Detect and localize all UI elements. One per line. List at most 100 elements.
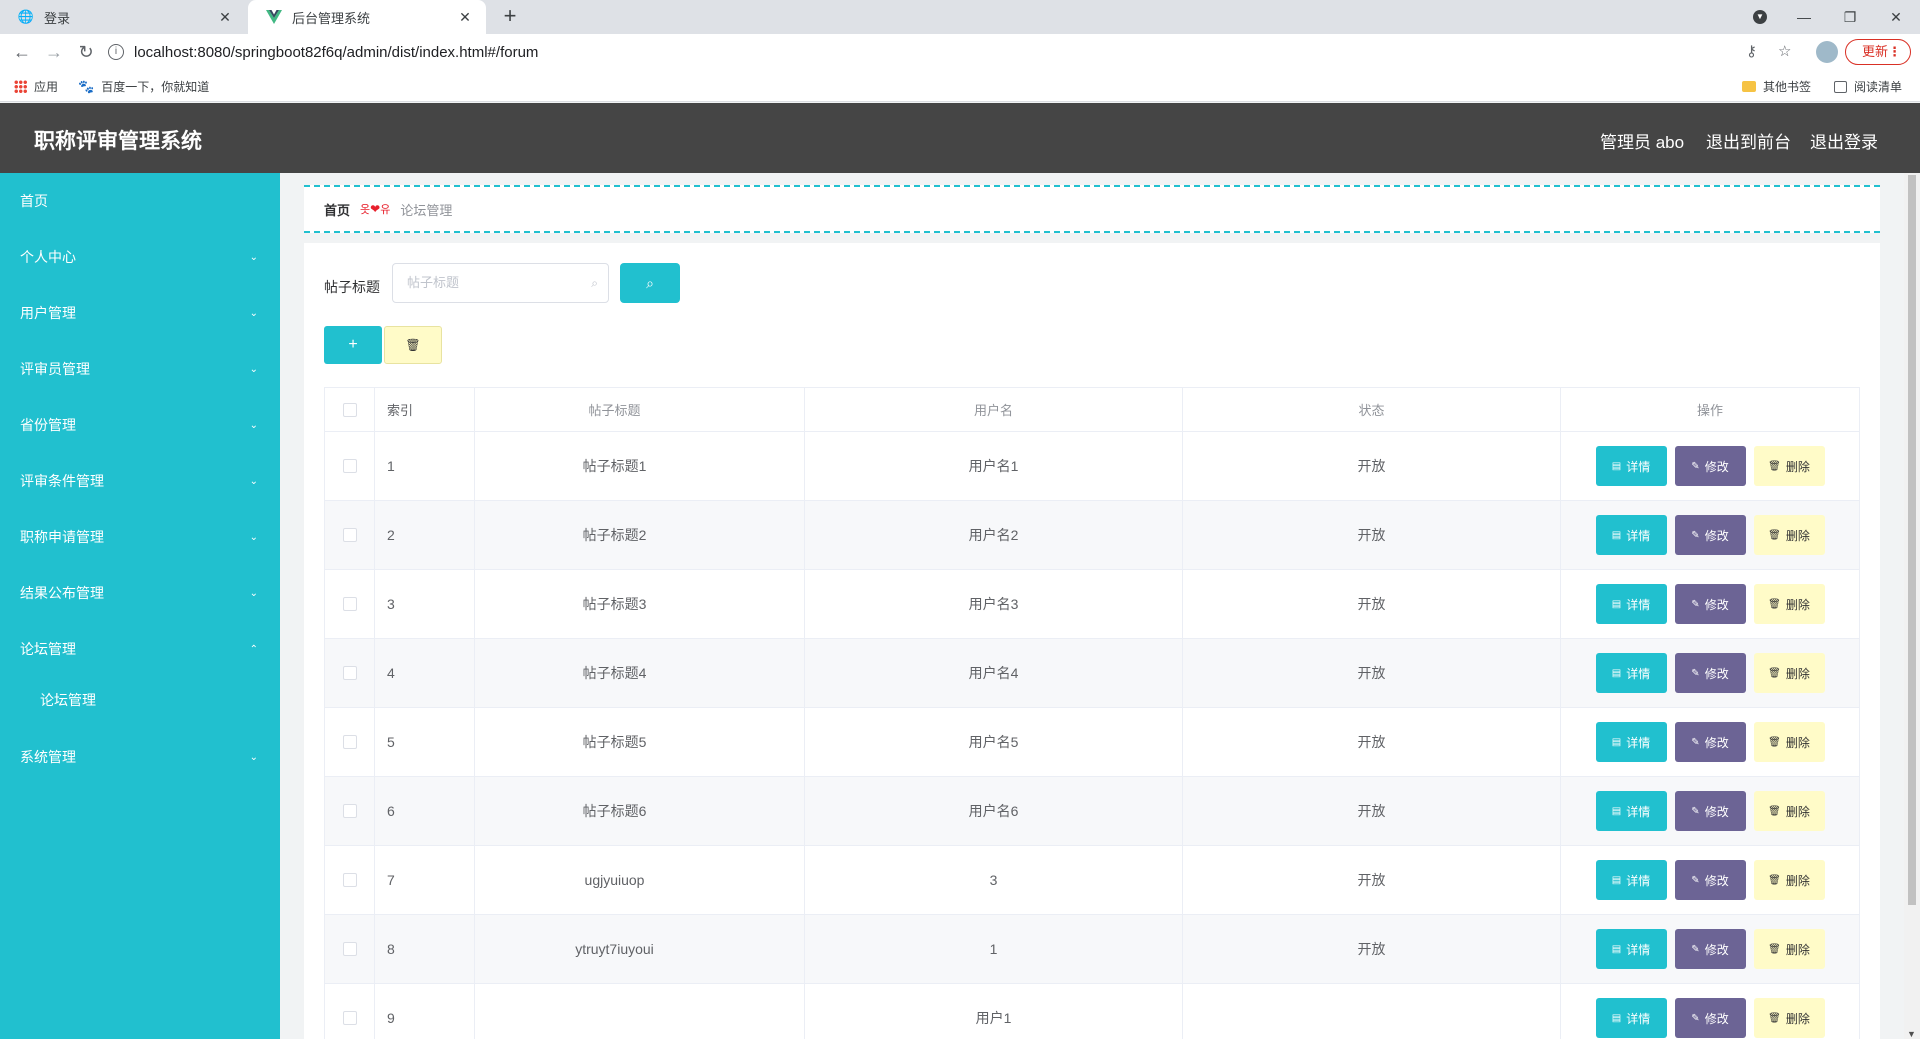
folder-icon (1742, 81, 1756, 92)
sidebar-subitem-forum[interactable]: 论坛管理 (0, 675, 280, 725)
trash-icon: 🗑 (1768, 529, 1781, 541)
star-icon[interactable]: ☆ (1778, 42, 1791, 60)
sidebar-item-forum[interactable]: 论坛管理 ⌃ (0, 621, 280, 677)
page-scrollbar[interactable]: ▼ (1904, 173, 1920, 1039)
bookmark-reading-list[interactable]: 阅读清单 (1834, 78, 1902, 95)
edit-button[interactable]: ✎ 修改 (1674, 998, 1746, 1038)
scrollbar-thumb[interactable] (1908, 175, 1916, 905)
row-checkbox[interactable] (342, 528, 357, 542)
close-tab-icon[interactable]: ✕ (216, 9, 234, 26)
row-checkbox[interactable] (342, 666, 357, 680)
delete-button[interactable]: 🗑 删除 (1753, 791, 1825, 831)
bookmark-apps[interactable]: 应用 (14, 78, 58, 95)
row-checkbox[interactable] (342, 597, 357, 611)
key-icon[interactable]: ⚷ (1746, 42, 1757, 60)
search-button[interactable]: ⌕ (620, 263, 680, 303)
browser-tab-login[interactable]: 🌐 登录 ✕ (0, 0, 246, 34)
cell-title: ytruyt7iuyoui (425, 915, 805, 983)
sidebar-item-users[interactable]: 用户管理 ⌄ (0, 285, 280, 341)
forward-icon[interactable]: → (42, 40, 66, 64)
detail-button[interactable]: ▤ 详情 (1595, 998, 1667, 1038)
edit-button[interactable]: ✎ 修改 (1674, 584, 1746, 624)
detail-button[interactable]: ▤ 详情 (1595, 722, 1667, 762)
trash-icon: 🗑 (1768, 736, 1781, 748)
sidebar: 首页 个人中心 ⌄ 用户管理 ⌄ 评审员管理 ⌄ 省份管理 ⌄ 评审条件管理 ⌄… (0, 173, 280, 1039)
detail-button[interactable]: ▤ 详情 (1595, 446, 1667, 486)
edit-button[interactable]: ✎ 修改 (1674, 929, 1746, 969)
edit-button[interactable]: ✎ 修改 (1674, 446, 1746, 486)
row-checkbox-cell (325, 432, 375, 500)
document-icon: ▤ (1611, 598, 1622, 610)
reload-icon[interactable]: ↻ (74, 40, 98, 64)
add-button[interactable]: + (324, 326, 382, 364)
browser-tab-admin[interactable]: 后台管理系统 ✕ (248, 0, 486, 34)
delete-button[interactable]: 🗑 删除 (1753, 929, 1825, 969)
bookmark-baidu[interactable]: 🐾 百度一下，你就知道 (78, 78, 209, 95)
edit-button[interactable]: ✎ 修改 (1674, 791, 1746, 831)
detail-button[interactable]: ▤ 详情 (1595, 929, 1667, 969)
sidebar-item-system[interactable]: 系统管理 ⌄ (0, 729, 280, 785)
sidebar-item-provinces[interactable]: 省份管理 ⌄ (0, 397, 280, 453)
globe-icon: 🌐 (17, 9, 35, 24)
site-info-icon[interactable]: i (108, 44, 124, 60)
delete-button[interactable]: 🗑 删除 (1753, 722, 1825, 762)
sidebar-item-results[interactable]: 结果公布管理 ⌄ (0, 565, 280, 621)
detail-button[interactable]: ▤ 详情 (1595, 653, 1667, 693)
edit-button[interactable]: ✎ 修改 (1674, 653, 1746, 693)
edit-button[interactable]: ✎ 修改 (1674, 722, 1746, 762)
search-placeholder: 帖子标题 (407, 275, 460, 290)
sidebar-item-reviewers[interactable]: 评审员管理 ⌄ (0, 341, 280, 397)
minimize-icon[interactable]: — (1782, 0, 1826, 34)
delete-button[interactable]: 🗑 删除 (1753, 446, 1825, 486)
detail-label: 详情 (1626, 804, 1651, 819)
delete-button[interactable]: 🗑 删除 (1753, 653, 1825, 693)
delete-button[interactable]: 🗑 删除 (1753, 860, 1825, 900)
bookmark-other[interactable]: 其他书签 (1742, 78, 1811, 95)
detail-button[interactable]: ▤ 详情 (1595, 860, 1667, 900)
close-window-icon[interactable]: ✕ (1874, 0, 1918, 34)
select-all-checkbox[interactable] (342, 402, 357, 417)
edit-button[interactable]: ✎ 修改 (1674, 515, 1746, 555)
bookmark-label: 应用 (34, 80, 59, 94)
sidebar-item-title-applications[interactable]: 职称申请管理 ⌄ (0, 509, 280, 565)
avatar[interactable] (1816, 41, 1838, 63)
detail-button[interactable]: ▤ 详情 (1595, 791, 1667, 831)
address-bar[interactable]: i localhost:8080/springboot82f6q/admin/d… (108, 38, 1808, 66)
new-tab-button[interactable]: + (497, 4, 523, 30)
delete-button[interactable]: 🗑 删除 (1753, 998, 1825, 1038)
search-input[interactable]: 帖子标题 ⌕ (392, 263, 609, 303)
row-checkbox[interactable] (342, 735, 357, 749)
delete-button[interactable]: 🗑 删除 (1753, 515, 1825, 555)
row-checkbox[interactable] (342, 942, 357, 956)
scroll-down-icon[interactable]: ▼ (1907, 1029, 1916, 1039)
sidebar-item-personal-center[interactable]: 个人中心 ⌄ (0, 229, 280, 285)
update-label: 更新 (1862, 44, 1889, 59)
delete-button[interactable]: 🗑 删除 (1753, 584, 1825, 624)
detail-button[interactable]: ▤ 详情 (1595, 584, 1667, 624)
sidebar-item-review-conditions[interactable]: 评审条件管理 ⌄ (0, 453, 280, 509)
row-checkbox[interactable] (342, 459, 357, 473)
row-checkbox[interactable] (342, 873, 357, 887)
detail-button[interactable]: ▤ 详情 (1595, 515, 1667, 555)
cell-user: 1 (805, 915, 1183, 983)
row-checkbox[interactable] (342, 1011, 357, 1025)
row-checkbox-cell (325, 846, 375, 914)
breadcrumb-home[interactable]: 首页 (324, 200, 350, 219)
close-tab-icon[interactable]: ✕ (456, 9, 474, 26)
sidebar-item-label: 个人中心 (20, 249, 76, 265)
profile-menu-icon[interactable]: ▼ (1738, 0, 1782, 34)
batch-delete-button[interactable]: 🗑 (384, 326, 442, 364)
browser-toolbar: ← → ↻ i localhost:8080/springboot82f6q/a… (0, 34, 1920, 70)
logout-link[interactable]: 退出登录 (1810, 128, 1878, 153)
delete-label: 删除 (1785, 666, 1810, 681)
update-button[interactable]: 更新 ⋮ (1845, 39, 1911, 65)
search-icon: ⌕ (646, 275, 654, 291)
row-checkbox[interactable] (342, 804, 357, 818)
back-to-front-link[interactable]: 退出到前台 (1706, 128, 1791, 153)
restore-icon[interactable]: ❐ (1828, 0, 1872, 34)
back-icon[interactable]: ← (10, 40, 34, 64)
sidebar-item-home[interactable]: 首页 (0, 173, 280, 229)
edit-button[interactable]: ✎ 修改 (1674, 860, 1746, 900)
pencil-icon: ✎ (1691, 529, 1700, 541)
breadcrumb-current: 论坛管理 (400, 202, 453, 218)
